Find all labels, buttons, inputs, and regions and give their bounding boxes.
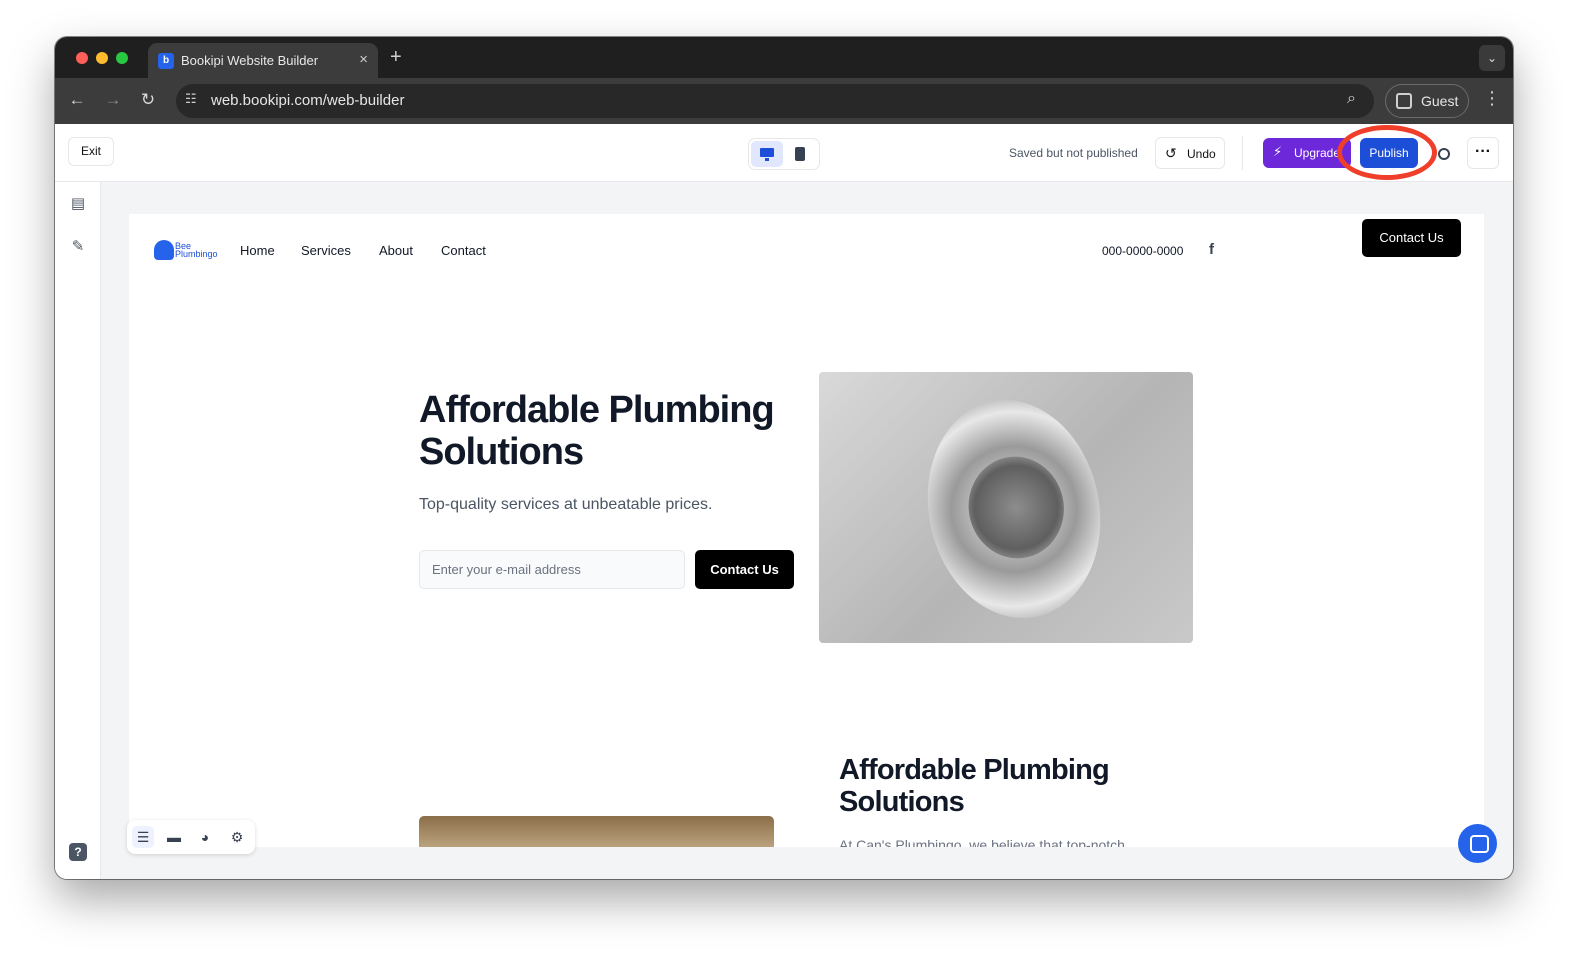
hero-subtitle[interactable]: Top-quality services at unbeatable price… [419,496,713,514]
undo-icon: ↺ [1165,145,1177,161]
site-info-icon[interactable]: ☷ [185,91,197,107]
list-icon[interactable]: ☰ [132,826,154,848]
new-tab-button[interactable]: + [390,46,402,69]
undo-button[interactable]: ↺ Undo [1155,137,1225,169]
zoom-icon[interactable]: ⌕ [1347,90,1356,108]
profile-icon [1396,93,1412,109]
forward-icon[interactable]: → [102,90,124,110]
profile-label: Guest [1421,93,1459,109]
section2-text[interactable]: At Can's Plumbingo, we believe that top-… [839,837,1125,847]
toolbar-divider [1242,136,1243,170]
hero-contact-button[interactable]: Contact Us [695,550,794,589]
browser-toolbar: ← → ↻ ☷ web.bookipi.com/web-builder ⌕ Gu… [55,78,1513,124]
device-toggle [748,138,820,170]
section2-plumber-image[interactable] [419,816,774,847]
help-icon[interactable]: ? [69,843,87,861]
save-status-text: Saved but not published [1009,146,1138,160]
undo-label: Undo [1187,147,1216,161]
reload-icon[interactable]: ↻ [137,90,159,110]
nav-about[interactable]: About [379,243,413,258]
more-options-button[interactable]: ··· [1467,137,1499,169]
nav-services[interactable]: Services [301,243,351,258]
nav-contact[interactable]: Contact [441,243,486,258]
preview-icon[interactable] [1438,148,1450,160]
drain-ring [907,383,1121,635]
phone-number[interactable]: 000-0000-0000 [1102,244,1183,258]
lightning-icon: ⚡ [1273,144,1283,159]
exit-button[interactable]: Exit [68,137,114,166]
browser-window: b Bookipi Website Builder × + ⌄ ← → ↻ ☷ … [55,37,1513,879]
logo-text: Bee Plumbingo [175,241,218,259]
bookipi-favicon-icon: b [158,53,174,69]
drain-strainer [959,447,1074,568]
mobile-view-button[interactable] [795,147,805,161]
publish-highlight-circle [1337,125,1437,180]
tab-list-icon[interactable]: ⌄ [1479,45,1505,71]
tab-title: Bookipi Website Builder [181,53,319,68]
desktop-view-button[interactable] [751,141,783,167]
minimize-window-button[interactable] [96,52,108,64]
comments-icon[interactable]: ▤ [67,193,89,215]
builder-toolbar: Exit Saved but not published ↺ Undo ⚡ Up… [55,124,1513,182]
palette-icon[interactable]: ◕ [194,826,216,848]
profile-button[interactable]: Guest [1385,84,1469,118]
browser-tab[interactable]: b Bookipi Website Builder × [148,43,378,78]
bottom-toolbar: ☰ ▬ ◕ ⚙ [127,820,255,854]
header-contact-button[interactable]: Contact Us [1362,219,1461,257]
hero-drain-image[interactable] [819,372,1193,643]
kebab-menu-icon[interactable]: ⋮ [1483,88,1501,109]
sections-icon[interactable]: ▬ [163,826,185,848]
url-text[interactable]: web.bookipi.com/web-builder [211,92,404,109]
back-icon[interactable]: ← [66,90,88,110]
close-window-button[interactable] [76,52,88,64]
upgrade-label: Upgrade [1294,146,1341,160]
website-canvas: Bee Plumbingo Home Services About Contac… [129,214,1484,847]
logo-mark [154,240,174,260]
settings-icon[interactable]: ⚙ [226,826,248,848]
section2-title[interactable]: Affordable Plumbing Solutions [839,754,1139,818]
tab-close-icon[interactable]: × [359,51,368,68]
left-sidebar: ▤ ✎ ? [55,182,101,879]
chat-support-icon[interactable] [1458,824,1497,863]
hero-title[interactable]: Affordable Plumbing Solutions [419,389,809,473]
desktop-icon [760,148,774,157]
address-bar[interactable]: ☷ web.bookipi.com/web-builder ⌕ [176,84,1374,118]
site-logo[interactable]: Bee Plumbingo [154,236,218,262]
facebook-icon[interactable]: f [1209,241,1214,258]
magic-wand-icon[interactable]: ✎ [67,236,89,258]
maximize-window-button[interactable] [116,52,128,64]
tab-strip: b Bookipi Website Builder × + ⌄ [55,37,1513,78]
email-input[interactable] [419,550,685,589]
nav-home[interactable]: Home [240,243,275,258]
